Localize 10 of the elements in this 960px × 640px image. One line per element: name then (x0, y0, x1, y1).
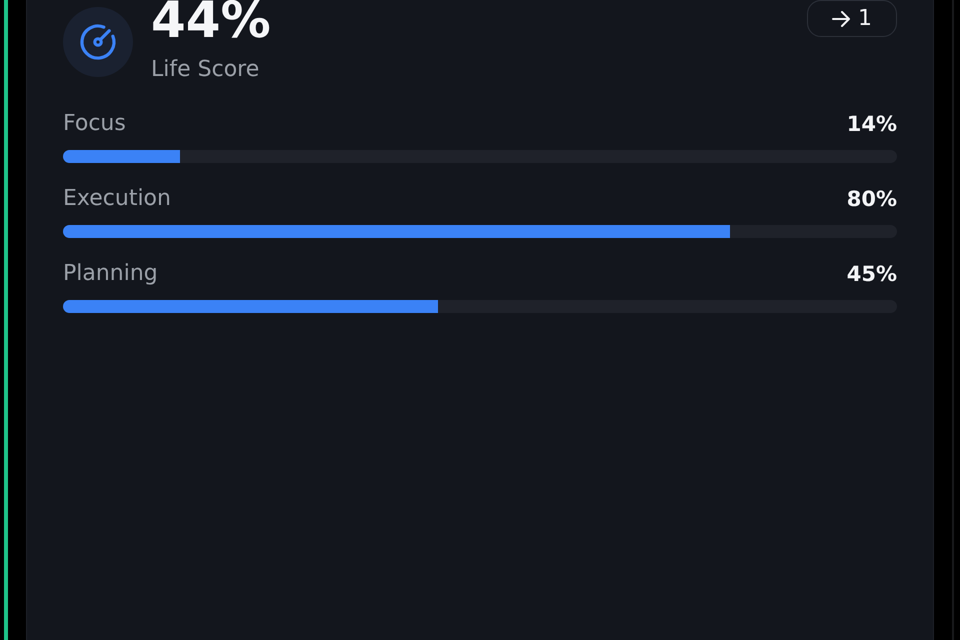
metric-percent: 80% (846, 187, 897, 211)
action-button[interactable]: 1 (807, 0, 897, 37)
metric-percent: 14% (846, 112, 897, 136)
metric-percent: 45% (846, 262, 897, 286)
arrow-right-icon (832, 10, 850, 26)
metric-label: Focus (63, 112, 126, 136)
metric-label: Execution (63, 187, 171, 211)
gauge-icon (63, 6, 133, 76)
score-label: Life Score (151, 57, 260, 83)
metric-label: Planning (63, 262, 158, 286)
